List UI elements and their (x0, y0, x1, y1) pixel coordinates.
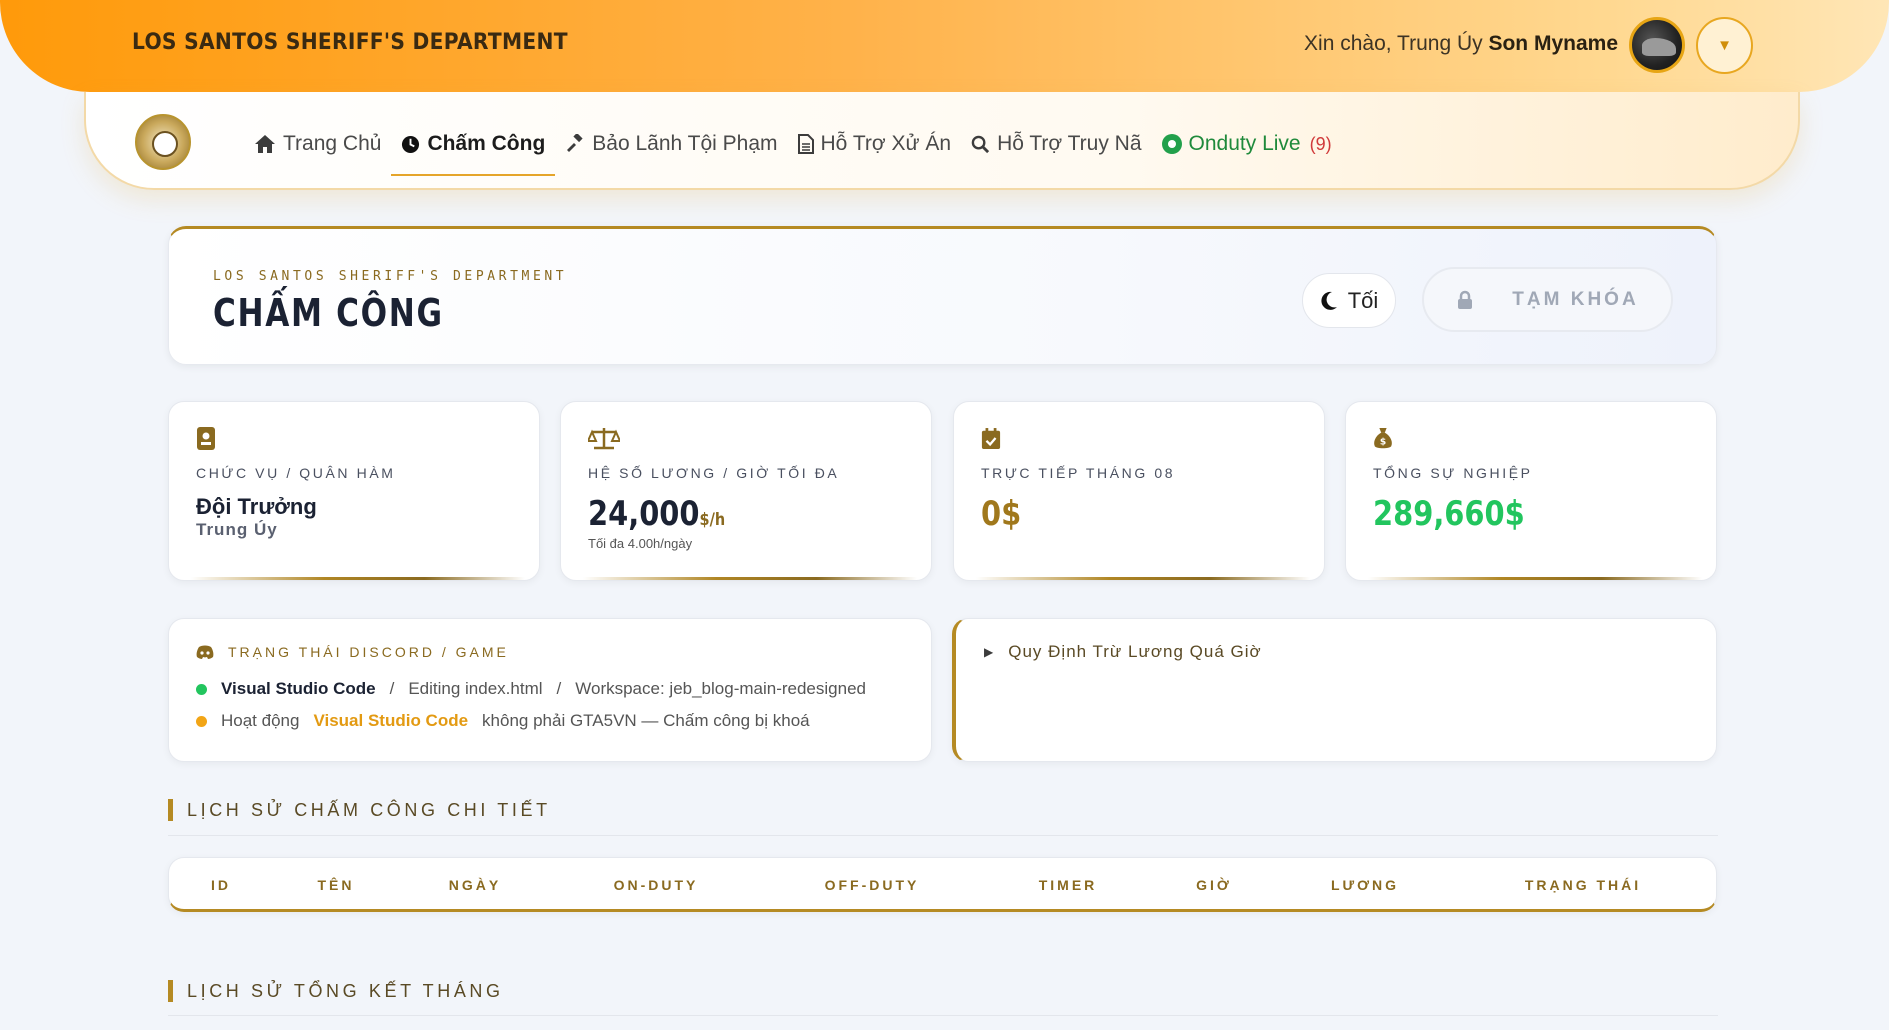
stat-card-monthly: TRỰC TIẾP THÁNG 08 0$ (953, 401, 1325, 581)
nav-item-label: Onduty Live (1188, 132, 1301, 155)
section-divider (168, 835, 1718, 836)
career-value: 289,660$ (1373, 494, 1525, 534)
warning-dot-icon (196, 715, 207, 727)
theme-toggle-button[interactable]: Tối (1302, 273, 1396, 328)
discord-line-warning: Hoạt động Visual Studio Code không phải … (196, 711, 810, 731)
chevron-down-icon: ▼ (1717, 37, 1732, 54)
discord-status-title: TRẠNG THÁI DISCORD / GAME (196, 644, 509, 660)
nav-item-home[interactable]: Trang Chủ (244, 128, 391, 160)
separator: / (556, 679, 562, 698)
stat-card-career: $ TỔNG SỰ NGHIỆP 289,660$ (1345, 401, 1717, 581)
warning-suffix: không phải GTA5VN — Chấm công bị khoá (482, 711, 810, 730)
section-heading-history: LỊCH SỬ CHẤM CÔNG CHI TIẾT (168, 799, 1718, 821)
warning-prefix: Hoạt động (221, 711, 300, 730)
rules-title-text: Quy Định Trừ Lương Quá Giờ (1008, 642, 1262, 661)
activity-detail: Editing index.html (408, 679, 543, 698)
theme-toggle-label: Tối (1347, 287, 1379, 313)
nav-item-bail[interactable]: Bảo Lãnh Tội Phạm (555, 128, 787, 160)
nav-item-trial-support[interactable]: Hỗ Trợ Xử Án (788, 128, 962, 160)
nav-item-label: Hỗ Trợ Truy Nã (997, 132, 1142, 155)
nav-item-label: Trang Chủ (283, 132, 382, 155)
separator: / (389, 679, 395, 698)
greeting: Xin chào, Trung Úy Son Myname (1304, 32, 1618, 56)
home-icon (255, 135, 275, 153)
lock-button-label: TẠM KHÓA (1512, 288, 1639, 310)
main-nav: Trang Chủ Chấm Công Bảo Lãnh Tội Phạm Hỗ… (244, 128, 1342, 176)
col-id: ID (211, 877, 231, 893)
history-table-header: ID TÊN NGÀY ON-DUTY OFF-DUTY TIMER GIỜ L… (168, 857, 1717, 912)
user-name: Son Myname (1488, 32, 1618, 55)
lock-icon (1458, 290, 1473, 309)
col-hours: GIỜ (1196, 877, 1232, 893)
brand-title: LOS SANTOS SHERIFF'S DEPARTMENT (132, 30, 568, 55)
overtime-rules-panel[interactable]: ▶ Quy Định Trừ Lương Quá Giờ (952, 618, 1717, 762)
nav-item-label: Chấm Công (427, 132, 546, 155)
stat-label: TRỰC TIẾP THÁNG 08 (981, 465, 1176, 481)
salary-max-note: Tối đa 4.00h/ngày (588, 536, 693, 551)
page-title: CHẤM CÔNG (213, 291, 444, 335)
svg-text:$: $ (1380, 437, 1386, 447)
col-off-duty: OFF-DUTY (824, 877, 920, 893)
calendar-check-icon (981, 428, 1001, 449)
search-icon (971, 135, 990, 153)
document-icon (797, 134, 814, 154)
stat-label: HỆ SỐ LƯƠNG / GIỜ TỐI ĐA (588, 465, 840, 481)
salary-unit: $/h (699, 510, 726, 530)
col-date: NGÀY (448, 877, 502, 893)
online-dot-icon (196, 683, 207, 695)
stat-label: CHỨC VỤ / QUÂN HÀM (196, 465, 396, 481)
col-name: TÊN (317, 877, 355, 893)
monthly-value: 0$ (981, 494, 1022, 534)
col-status: TRẠNG THÁI (1524, 877, 1642, 893)
lock-button[interactable]: TẠM KHÓA (1422, 267, 1673, 332)
gavel-icon (567, 134, 583, 152)
nav-item-label: Bảo Lãnh Tội Phạm (592, 132, 778, 155)
col-on-duty: ON-DUTY (613, 877, 699, 893)
top-header: LOS SANTOS SHERIFF'S DEPARTMENT Xin chào… (0, 0, 1889, 92)
nav-panel: Trang Chủ Chấm Công Bảo Lãnh Tội Phạm Hỗ… (84, 92, 1800, 190)
col-timer: TIMER (1038, 877, 1098, 893)
greeting-prefix: Xin chào, Trung Úy (1304, 32, 1483, 55)
scale-icon (588, 428, 620, 450)
section-heading-monthly: LỊCH SỬ TỔNG KẾT THÁNG (168, 980, 1718, 1002)
hero-subtitle: LOS SANTOS SHERIFF'S DEPARTMENT (213, 269, 568, 284)
position-name: Đội Trưởng (196, 494, 317, 519)
moon-icon (1321, 291, 1337, 310)
discord-icon (196, 645, 214, 659)
stat-card-salary: HỆ SỐ LƯƠNG / GIỜ TỐI ĐA 24,000$/h Tối đ… (560, 401, 932, 581)
col-salary: LƯƠNG (1330, 877, 1400, 893)
discord-line-activity: Visual Studio Code / Editing index.html … (196, 679, 866, 699)
avatar[interactable] (1629, 17, 1685, 73)
nav-item-onduty-live[interactable]: Onduty Live (9) (1152, 128, 1342, 160)
live-dot-icon (1161, 134, 1182, 154)
warning-app: Visual Studio Code (313, 711, 469, 730)
triangle-right-icon: ▶ (984, 645, 995, 659)
discord-title-text: TRẠNG THÁI DISCORD / GAME (228, 644, 509, 660)
page-hero: LOS SANTOS SHERIFF'S DEPARTMENT CHẤM CÔN… (168, 226, 1717, 365)
overtime-rules-toggle[interactable]: ▶ Quy Định Trừ Lương Quá Giờ (984, 642, 1262, 662)
discord-status-panel: TRẠNG THÁI DISCORD / GAME Visual Studio … (168, 618, 932, 762)
money-bag-icon: $ (1374, 428, 1392, 449)
salary-value: 24,000 (588, 494, 700, 534)
clock-icon (402, 135, 420, 153)
id-badge-icon (197, 427, 215, 450)
rank-name: Trung Úy (196, 520, 278, 539)
activity-workspace: Workspace: jeb_blog-main-redesigned (575, 679, 866, 698)
nav-item-timekeeping[interactable]: Chấm Công (391, 128, 556, 176)
department-logo[interactable] (135, 114, 191, 170)
nav-item-wanted-support[interactable]: Hỗ Trợ Truy Nã (961, 128, 1151, 160)
stat-value: 24,000$/h (588, 494, 725, 534)
live-count-badge: (9) (1309, 133, 1332, 154)
activity-app: Visual Studio Code (221, 679, 376, 698)
user-menu-button[interactable]: ▼ (1696, 17, 1753, 74)
stat-card-position: CHỨC VỤ / QUÂN HÀM Đội Trưởng Trung Úy (168, 401, 540, 581)
nav-item-label: Hỗ Trợ Xử Án (820, 132, 952, 155)
section-divider (168, 1015, 1718, 1016)
stat-label: TỔNG SỰ NGHIỆP (1373, 465, 1533, 481)
